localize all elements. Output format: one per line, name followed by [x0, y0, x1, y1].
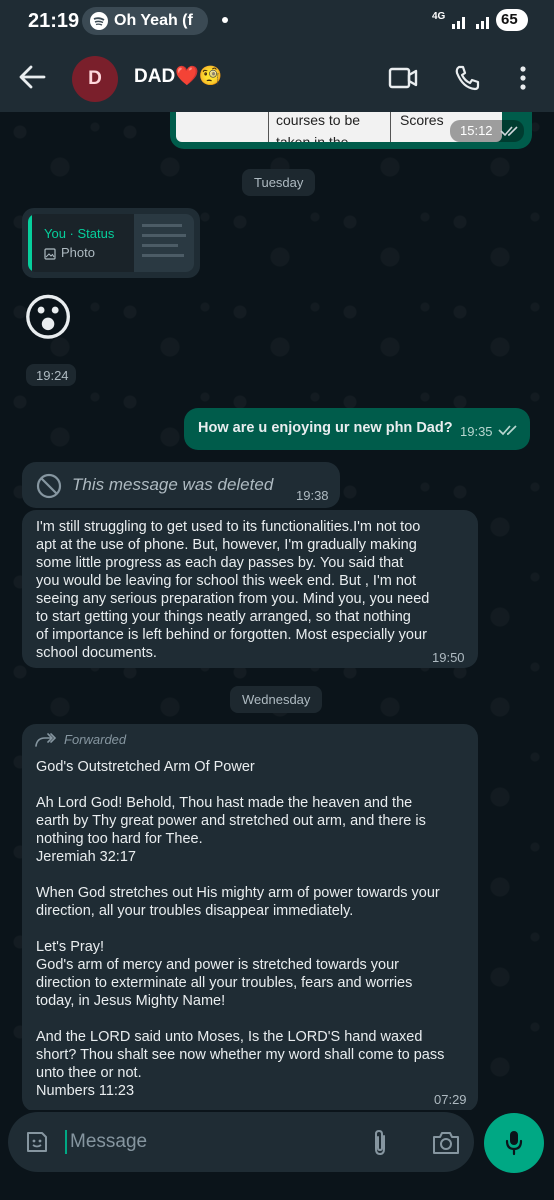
attach-icon[interactable]: [370, 1128, 390, 1163]
forwarded-label: Forwarded: [64, 732, 127, 747]
message-line: direction to exterminate all your troubl…: [36, 975, 413, 991]
emoji-time-chip: 19:24: [26, 364, 76, 386]
incoming-message-bubble[interactable]: I'm still struggling to get used to its …: [22, 510, 478, 668]
message-time: 19:50: [432, 650, 465, 665]
deleted-message-bubble[interactable]: This message was deleted 19:38: [22, 462, 340, 508]
message-line: [36, 776, 444, 794]
composer-bar: Message: [0, 1110, 554, 1200]
table-cell: Scores: [400, 112, 444, 128]
message-line: school documents.: [36, 645, 157, 661]
thumbnail-line: [142, 234, 186, 237]
message-line: apt at the use of phone. But, however, I…: [36, 537, 417, 553]
message-line: Ah Lord God! Behold, Thou hast made the …: [36, 795, 413, 811]
status-author: You · Status: [44, 226, 115, 241]
message-line: short? Thou shalt see now whether my wor…: [36, 1047, 445, 1063]
message-line: unto thee or not.: [36, 1065, 142, 1081]
avatar-letter: D: [88, 68, 102, 89]
message-text: How are u enjoying ur new phn Dad?: [198, 420, 453, 436]
forwarded-icon: [34, 732, 57, 753]
message-time: 15:12: [460, 123, 493, 138]
deleted-text: This message was deleted: [72, 475, 274, 494]
outgoing-table-bubble[interactable]: courses to be taken in the Scores 15:12: [170, 112, 532, 149]
message-line: seeing any serious preparation from you.…: [36, 591, 430, 607]
message-time: 19:35: [460, 424, 493, 439]
chat-header: D DAD❤️🧐: [0, 44, 554, 112]
table-divider: [390, 112, 391, 142]
avatar[interactable]: D: [72, 56, 118, 102]
outgoing-message-bubble[interactable]: How are u enjoying ur new phn Dad? 19:35: [184, 408, 530, 450]
message-line: When God stretches out His mighty arm of…: [36, 885, 440, 901]
message-line: earth by Thy great power and stretched o…: [36, 813, 426, 829]
table-cell: taken in the: [276, 134, 349, 142]
message-time: 19:38: [296, 488, 329, 503]
table-divider: [268, 112, 269, 142]
camera-icon[interactable]: [431, 1130, 461, 1161]
message-composer[interactable]: Message: [8, 1112, 474, 1172]
quoted-status[interactable]: You · Status Photo: [28, 214, 194, 272]
date-separator: Wednesday: [230, 686, 323, 713]
signal-icon: [450, 12, 500, 35]
contact-name[interactable]: DAD❤️🧐: [134, 64, 222, 88]
message-line: you would be leaving for school this wee…: [36, 573, 416, 589]
message-body: God's Outstretched Arm Of Power Ah Lord …: [36, 758, 444, 1100]
date-separator: Tuesday: [242, 169, 316, 196]
message-line: today, in Jesus Mighty Name!: [36, 993, 226, 1009]
more-options-icon[interactable]: [518, 64, 528, 97]
message-line: Jeremiah 32:17: [36, 849, 136, 865]
network-type: 4G: [432, 11, 446, 22]
battery-level: 65: [501, 11, 518, 28]
message-time: 19:24: [36, 368, 69, 383]
message-line: And the LORD said unto Moses, Is the LOR…: [36, 1029, 423, 1045]
message-line: [36, 1010, 444, 1028]
message-line: nothing too hard for Thee.: [36, 831, 203, 847]
thumbnail-line: [142, 254, 184, 257]
message-line: God's arm of mercy and power is stretche…: [36, 957, 399, 973]
deleted-icon: [36, 473, 62, 504]
photo-icon: [44, 247, 56, 265]
message-time: 07:29: [434, 1092, 467, 1107]
thumbnail-line: [142, 244, 178, 247]
spotify-icon: [90, 12, 108, 30]
microphone-icon: [504, 1129, 524, 1162]
chat-area[interactable]: courses to be taken in the Scores 15:12 …: [0, 112, 554, 1112]
message-body: I'm still struggling to get used to its …: [36, 518, 429, 662]
message-line: [36, 866, 444, 884]
back-arrow-icon[interactable]: [18, 64, 46, 95]
status-time: 21:19: [28, 10, 80, 32]
sticker-icon[interactable]: [24, 1129, 50, 1160]
voice-message-button[interactable]: [484, 1113, 544, 1173]
time-overlay: 15:12: [450, 120, 524, 142]
message-line: Let's Pray!: [36, 939, 105, 955]
text-cursor: [65, 1130, 67, 1154]
message-line: some little progress as each day passes …: [36, 555, 404, 571]
double-tick-icon: [500, 124, 520, 143]
message-line: [36, 920, 444, 938]
message-line: of importance is left behind or forgotte…: [36, 627, 427, 643]
emoji-message[interactable]: 😮: [22, 288, 74, 348]
video-call-icon[interactable]: [388, 66, 418, 95]
message-input[interactable]: Message: [70, 1131, 147, 1153]
quote-accent-bar: [28, 214, 32, 272]
battery-icon: 65: [496, 9, 528, 31]
message-line: direction, all your troubles disappear i…: [36, 903, 354, 919]
media-notification-chip: Oh Yeah (f: [82, 7, 208, 35]
status-media-label: Photo: [61, 245, 95, 260]
status-bar: 21:19 Oh Yeah (f 4G 65: [0, 0, 554, 44]
status-thumbnail: [134, 214, 194, 272]
table-cell: courses to be: [276, 112, 361, 128]
message-line: God's Outstretched Arm Of Power: [36, 759, 255, 775]
forwarded-message-bubble[interactable]: Forwarded God's Outstretched Arm Of Powe…: [22, 724, 478, 1112]
notification-dot-icon: [222, 17, 228, 23]
message-line: to start getting your things neatly arra…: [36, 609, 411, 625]
read-tick-icon: [498, 423, 520, 442]
thumbnail-line: [142, 224, 182, 227]
message-line: I'm still struggling to get used to its …: [36, 519, 421, 535]
message-line: Numbers 11:23: [36, 1083, 135, 1099]
status-reply-bubble[interactable]: You · Status Photo: [22, 208, 200, 278]
media-title: Oh Yeah (f: [114, 12, 193, 29]
voice-call-icon[interactable]: [453, 64, 481, 97]
